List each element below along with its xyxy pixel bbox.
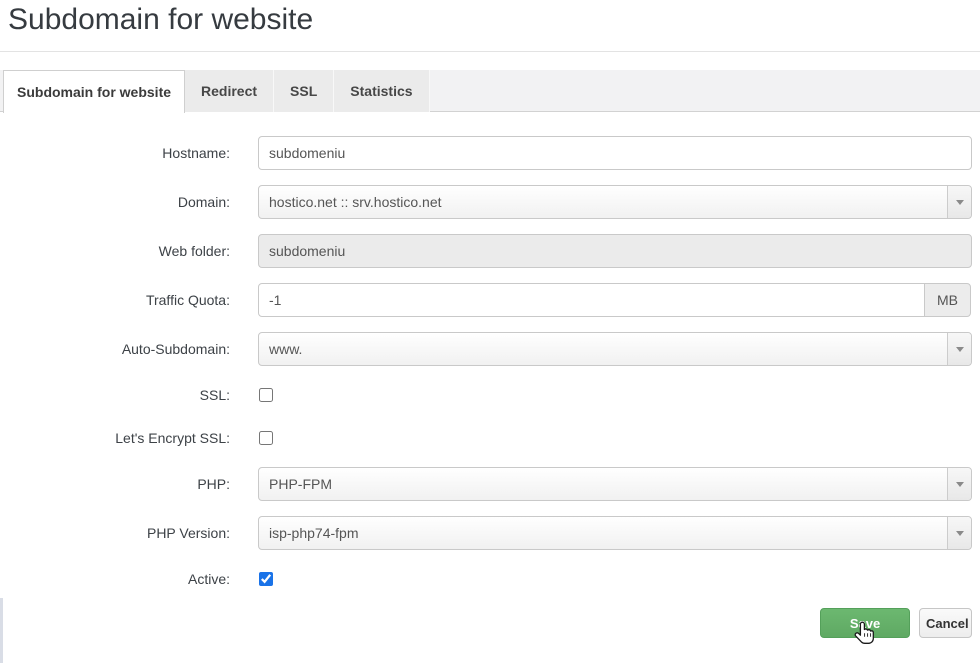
active-label: Active: [0,571,230,587]
form-row: PHP Version: isp-php74-fpm [0,516,980,550]
domain-select[interactable]: hostico.net :: srv.hostico.net [258,185,972,219]
auto-subdomain-select[interactable]: www. [258,332,972,366]
active-checkbox[interactable] [259,572,273,586]
lets-encrypt-ssl-label: Let's Encrypt SSL: [0,430,230,446]
cancel-button[interactable]: Cancel [919,608,972,638]
chevron-down-icon [947,468,971,500]
traffic-quota-label: Traffic Quota: [0,292,230,308]
chevron-down-icon [947,333,971,365]
form-actions: Save Cancel [0,608,972,638]
tab-bar-filler [430,70,980,112]
php-select[interactable]: PHP-FPM [258,467,972,501]
tab-bar: Subdomain for website Redirect SSL Stati… [0,70,980,112]
php-select-value: PHP-FPM [269,476,332,492]
chevron-down-icon [947,186,971,218]
traffic-quota-input[interactable] [258,283,925,317]
form-row: Auto-Subdomain: www. [0,332,980,366]
form-row: SSL: [0,381,980,409]
web-folder-input [258,234,972,268]
form-row: Web folder: [0,234,980,268]
auto-subdomain-label: Auto-Subdomain: [0,341,230,357]
form-row: Hostname: [0,136,980,170]
save-button[interactable]: Save [820,608,910,638]
subdomain-form: Hostname: Domain: hostico.net :: srv.hos… [0,112,980,638]
ssl-label: SSL: [0,387,230,403]
header-tab-gap [0,52,980,70]
php-version-select-value: isp-php74-fpm [269,525,359,541]
hostname-label: Hostname: [0,145,230,161]
ssl-checkbox[interactable] [259,388,273,402]
php-label: PHP: [0,476,230,492]
tab-subdomain-for-website[interactable]: Subdomain for website [3,70,185,113]
form-row: Active: [0,565,980,593]
tab-ssl[interactable]: SSL [274,70,334,112]
hostname-input[interactable] [258,136,972,170]
tab-statistics[interactable]: Statistics [334,70,429,112]
php-version-label: PHP Version: [0,525,230,541]
chevron-down-icon [947,517,971,549]
php-version-select[interactable]: isp-php74-fpm [258,516,972,550]
domain-select-value: hostico.net :: srv.hostico.net [269,194,442,210]
left-edge-divider [0,598,3,663]
form-row: Traffic Quota: MB [0,283,980,317]
domain-label: Domain: [0,194,230,210]
tab-redirect[interactable]: Redirect [185,70,274,112]
page-title: Subdomain for website [0,0,980,51]
form-row: PHP: PHP-FPM [0,467,980,501]
form-row: Let's Encrypt SSL: [0,424,980,452]
auto-subdomain-select-value: www. [269,341,302,357]
form-row: Domain: hostico.net :: srv.hostico.net [0,185,980,219]
lets-encrypt-ssl-checkbox[interactable] [259,431,273,445]
web-folder-label: Web folder: [0,243,230,259]
traffic-quota-unit: MB [924,283,971,317]
page-header: Subdomain for website [0,0,980,52]
